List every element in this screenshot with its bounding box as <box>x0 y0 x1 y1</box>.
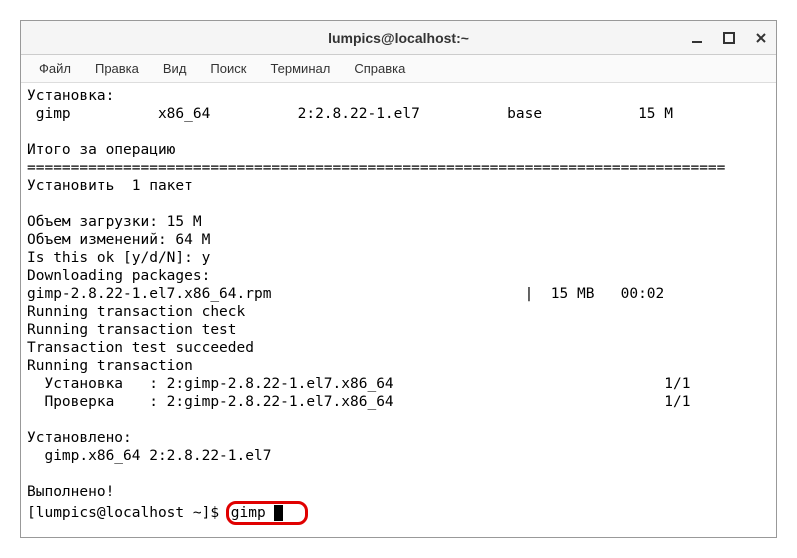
terminal-window: lumpics@localhost:~ Файл Правка Вид Поис… <box>20 20 777 538</box>
terminal-line: Running transaction test <box>27 322 237 338</box>
terminal-line: Проверка : 2:gimp-2.8.22-1.el7.x86_64 1/… <box>27 394 690 410</box>
minimize-button[interactable] <box>690 31 704 45</box>
terminal-line: Установлено: <box>27 430 132 446</box>
terminal-line: gimp-2.8.22-1.el7.x86_64.rpm | 15 MB 00:… <box>27 286 664 302</box>
maximize-button[interactable] <box>722 31 736 45</box>
close-button[interactable] <box>754 31 768 45</box>
terminal-line: Итого за операцию <box>27 142 175 158</box>
menu-help[interactable]: Справка <box>344 57 415 80</box>
menu-view[interactable]: Вид <box>153 57 197 80</box>
terminal-line: Running transaction <box>27 358 193 374</box>
shell-prompt: [lumpics@localhost ~]$ <box>27 505 228 521</box>
menubar: Файл Правка Вид Поиск Терминал Справка <box>21 55 776 83</box>
menu-terminal[interactable]: Терминал <box>260 57 340 80</box>
terminal-body[interactable]: Установка: gimp x86_64 2:2.8.22-1.el7 ba… <box>21 83 776 537</box>
annotation-highlight: gimp <box>226 501 308 525</box>
terminal-line: Is this ok [y/d/N]: y <box>27 250 210 266</box>
menu-search[interactable]: Поиск <box>200 57 256 80</box>
terminal-line: Downloading packages: <box>27 268 210 284</box>
terminal-line: Установить 1 пакет <box>27 178 193 194</box>
terminal-line: Running transaction check <box>27 304 245 320</box>
terminal-line: Объем изменений: 64 M <box>27 232 210 248</box>
terminal-line: Установка: <box>27 88 114 104</box>
terminal-line: gimp x86_64 2:2.8.22-1.el7 base 15 M <box>27 106 673 122</box>
typed-command: gimp <box>231 505 275 521</box>
terminal-line: ========================================… <box>27 160 725 176</box>
terminal-line: Выполнено! <box>27 484 114 500</box>
terminal-line: Установка : 2:gimp-2.8.22-1.el7.x86_64 1… <box>27 376 690 392</box>
window-controls <box>690 31 768 45</box>
terminal-line: Transaction test succeeded <box>27 340 254 356</box>
menu-file[interactable]: Файл <box>29 57 81 80</box>
titlebar: lumpics@localhost:~ <box>21 21 776 55</box>
window-title: lumpics@localhost:~ <box>328 30 469 46</box>
terminal-line: Объем загрузки: 15 M <box>27 214 202 230</box>
cursor-icon <box>274 505 283 521</box>
menu-edit[interactable]: Правка <box>85 57 149 80</box>
terminal-line: gimp.x86_64 2:2.8.22-1.el7 <box>27 448 271 464</box>
